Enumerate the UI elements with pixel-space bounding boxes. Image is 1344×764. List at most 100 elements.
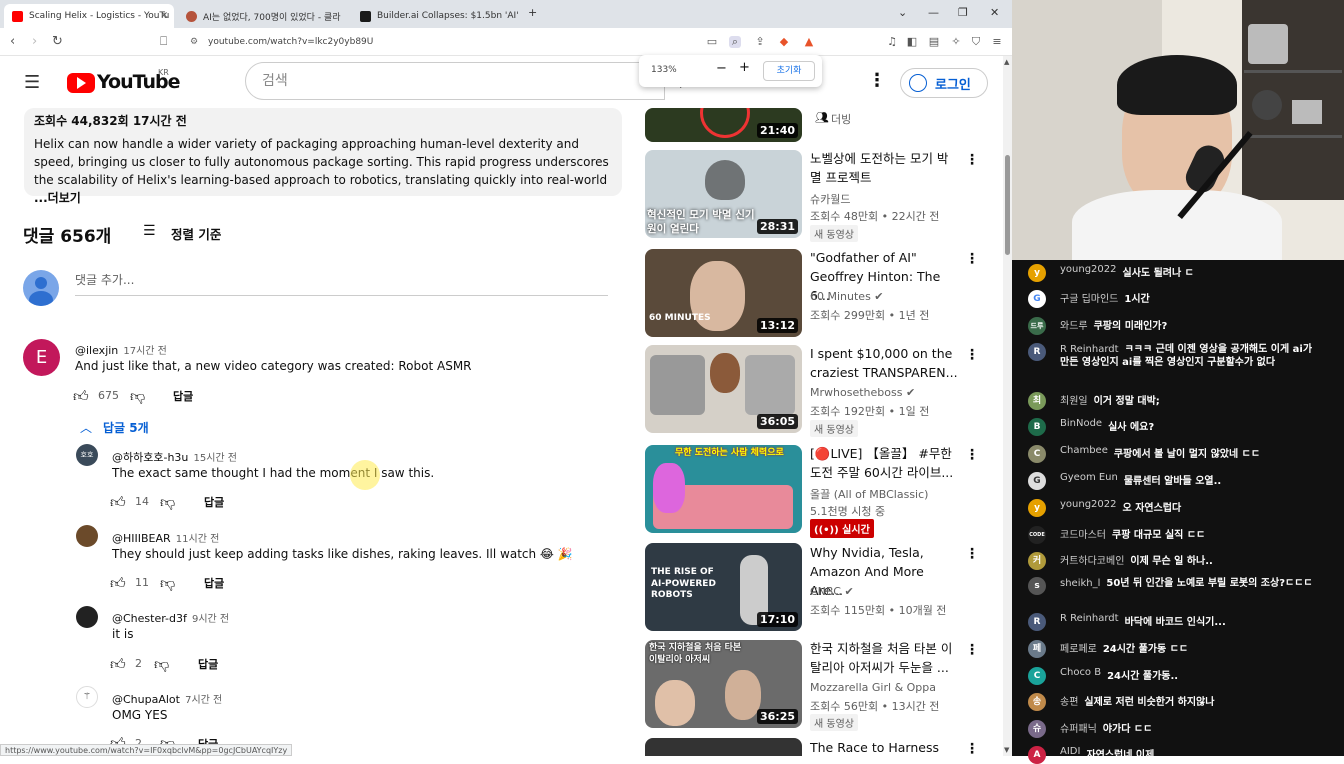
more-actions-icon[interactable]: ⋮ xyxy=(965,546,979,562)
scroll-down-icon[interactable]: ▼ xyxy=(1004,746,1009,754)
close-tab-icon[interactable]: ✕ xyxy=(160,11,168,21)
brave-shield-icon[interactable]: ◆ xyxy=(778,36,790,48)
sort-icon[interactable]: ☰ xyxy=(143,223,156,239)
add-comment-input[interactable]: 댓글 추가... xyxy=(75,271,608,296)
channel-name[interactable]: Mozzarella Girl & Oppa xyxy=(810,681,936,694)
maximize-icon[interactable]: ❐ xyxy=(958,6,968,19)
video-thumbnail[interactable]: 혁신적인 모기 박멸 신기원이 열린다 28:31 xyxy=(645,150,802,238)
close-window-icon[interactable]: ✕ xyxy=(990,6,999,19)
sidebar-icon[interactable]: ◧ xyxy=(906,36,918,48)
reply-time[interactable]: 11시간 전 xyxy=(176,534,220,545)
extensions-icon[interactable]: ✧ xyxy=(950,36,962,48)
reply-button[interactable]: 답글 xyxy=(204,575,224,591)
reply-author[interactable]: @Chester-d3f xyxy=(112,612,187,625)
reply-text: The exact same thought I had the moment … xyxy=(112,466,435,480)
video-description[interactable]: 조회수 44,832회 17시간 전 Helix can now handle … xyxy=(24,108,622,205)
video-thumbnail[interactable]: 60 MINUTES 13:12 xyxy=(645,249,802,337)
video-thumbnail[interactable]: 21:40 xyxy=(645,108,802,142)
more-actions-icon[interactable]: ⋮ xyxy=(965,347,979,363)
sort-button[interactable]: 정렬 기준 xyxy=(171,224,221,243)
video-title[interactable]: The Race to Harness xyxy=(810,738,960,757)
comment-avatar[interactable]: E xyxy=(23,339,60,376)
share-icon[interactable]: ⇪ xyxy=(754,36,766,48)
reply-time[interactable]: 15시간 전 xyxy=(194,453,238,464)
tab-builder-ai[interactable]: Builder.ai Collapses: $1.5bn 'AI' Sta xyxy=(352,4,522,28)
video-thumbnail[interactable]: 36:05 xyxy=(645,345,802,433)
more-actions-icon[interactable]: ⋮ xyxy=(965,251,979,267)
video-title[interactable]: 한국 지하철을 처음 타본 이 탈리아 아저씨가 두눈을 ... xyxy=(810,639,960,677)
zoom-reset-button[interactable]: 초기화 xyxy=(763,61,815,81)
reply-button[interactable]: 답글 xyxy=(204,494,224,510)
site-info-icon[interactable]: ⚙ xyxy=(190,33,198,51)
dislike-icon[interactable]: 👎︎ xyxy=(130,387,145,406)
chat-avatar: G xyxy=(1028,290,1046,308)
login-button[interactable]: 로그인 xyxy=(900,68,988,98)
video-thumbnail[interactable] xyxy=(645,738,802,756)
media-icon[interactable]: ♫ xyxy=(886,36,898,48)
video-title[interactable]: 노벨상에 도전하는 모기 박멸 프로젝트 xyxy=(810,149,960,187)
reply-avatar[interactable] xyxy=(76,606,98,628)
more-actions-icon[interactable]: ⋮ xyxy=(965,741,979,757)
show-more-link[interactable]: ...더보기 xyxy=(34,191,81,205)
wallet-icon[interactable]: ▤ xyxy=(928,36,940,48)
dislike-icon[interactable]: 👎︎ xyxy=(160,493,175,512)
tab-ai-700[interactable]: AI는 없었다, 700명이 있었다 - 클라 xyxy=(178,4,348,28)
minimize-icon[interactable]: — xyxy=(928,6,939,19)
reply-time[interactable]: 7시간 전 xyxy=(185,695,222,706)
comment-time[interactable]: 17시간 전 xyxy=(123,346,167,357)
reply-button[interactable]: 답글 xyxy=(173,388,193,404)
zoom-out-button[interactable]: − xyxy=(716,61,727,76)
reply-author[interactable]: @하하호호-h3u xyxy=(112,451,188,464)
like-icon[interactable]: 👍︎ xyxy=(110,574,126,593)
tab-list-icon[interactable]: ⌄ xyxy=(898,6,907,19)
more-actions-icon[interactable]: ⋮ xyxy=(965,152,979,168)
replies-toggle[interactable]: 답글 5개 xyxy=(103,419,149,436)
new-tab-button[interactable]: + xyxy=(528,6,537,19)
forward-icon[interactable]: › xyxy=(32,34,37,49)
video-title[interactable]: [🔴LIVE] 【올끌】 #무한 도전 주말 60시간 라이브... xyxy=(810,444,960,482)
menu-icon[interactable]: ≡ xyxy=(991,36,1003,48)
more-actions-icon[interactable]: ⋮ xyxy=(965,447,979,463)
reply-button[interactable]: 답글 xyxy=(198,656,218,672)
channel-name[interactable]: 슈카월드 xyxy=(810,191,850,207)
cast-icon[interactable]: ▭ xyxy=(706,36,718,48)
chat-message: y young2022 오 자연스럽다 xyxy=(1028,499,1338,517)
vpn-icon[interactable]: ⛉ xyxy=(970,36,982,48)
channel-name[interactable]: 60 Minutes ✔ xyxy=(810,290,884,303)
youtube-logo-icon[interactable] xyxy=(67,73,95,93)
video-thumbnail[interactable]: 한국 지하철을 처음 타본 이탈리아 아저씨 36:25 xyxy=(645,640,802,728)
scroll-up-icon[interactable]: ▲ xyxy=(1004,58,1009,66)
hamburger-menu-icon[interactable]: ☰ xyxy=(24,72,40,93)
search-input[interactable]: 검색 xyxy=(245,62,665,100)
reply-avatar[interactable] xyxy=(76,525,98,547)
bookmark-icon[interactable]: ⎕ xyxy=(160,34,167,49)
dislike-icon[interactable]: 👎︎ xyxy=(154,655,169,674)
reply-time[interactable]: 9시간 전 xyxy=(192,614,229,625)
zoom-icon[interactable]: ⌕ xyxy=(729,36,741,48)
back-icon[interactable]: ‹ xyxy=(10,34,15,49)
video-thumbnail[interactable]: THE RISE OF AI-POWERED ROBOTS 17:10 xyxy=(645,543,802,631)
chevron-up-icon[interactable]: ︿ xyxy=(80,419,92,436)
tab-scaling-helix[interactable]: Scaling Helix - Logistics - YouTu ✕ xyxy=(4,4,174,28)
more-actions-icon[interactable]: ⋮ xyxy=(965,642,979,658)
channel-name[interactable]: CNBC ✔ xyxy=(810,585,854,598)
reload-icon[interactable]: ↻ xyxy=(52,34,63,49)
like-icon[interactable]: 👍︎ xyxy=(73,387,89,406)
like-icon[interactable]: 👍︎ xyxy=(110,493,126,512)
reply-avatar[interactable]: 호호 xyxy=(76,444,98,466)
brave-rewards-icon[interactable]: ▲ xyxy=(803,36,815,48)
like-icon[interactable]: 👍︎ xyxy=(110,655,126,674)
channel-name[interactable]: 올끌 (All of MBClassic) xyxy=(810,486,928,502)
more-options-icon[interactable]: ⋮ xyxy=(868,70,886,91)
comment-author[interactable]: @ilexjin xyxy=(75,344,118,357)
reply-author[interactable]: @ChupaAlot xyxy=(112,693,180,706)
reply-author[interactable]: @HIIIBEAR xyxy=(112,532,171,545)
dislike-icon[interactable]: 👎︎ xyxy=(160,574,175,593)
url-field[interactable]: ⚙ youtube.com/watch?v=lkc2y0yb89U xyxy=(188,33,693,51)
scrollbar-thumb[interactable] xyxy=(1005,155,1010,255)
zoom-in-button[interactable]: + xyxy=(739,60,750,75)
reply-avatar[interactable]: ⚚ xyxy=(76,686,98,708)
video-title[interactable]: I spent $10,000 on the craziest TRANSPARE… xyxy=(810,344,960,382)
video-thumbnail[interactable]: 무한 도전하는 사람 체력으로 xyxy=(645,445,802,533)
channel-name[interactable]: Mrwhosetheboss ✔ xyxy=(810,386,915,399)
